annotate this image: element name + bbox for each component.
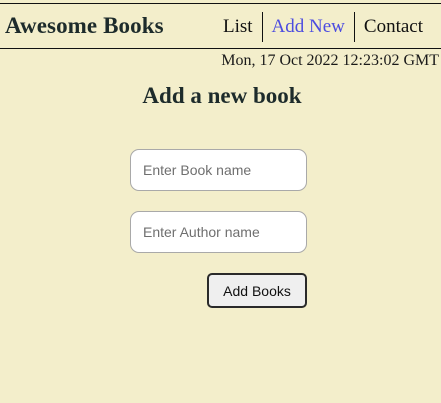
nav-link-list[interactable]: List [223,12,262,42]
page-title: Add a new book [142,83,302,108]
current-datetime: Mon, 17 Oct 2022 12:23:02 GMT [221,52,439,69]
add-books-button[interactable]: Add Books [207,273,307,308]
main-nav: List Add New Contact [223,12,423,42]
nav-link-contact[interactable]: Contact [355,12,423,42]
book-name-input[interactable] [130,149,307,191]
top-navbar: Awesome Books List Add New Contact [0,3,441,49]
brand-logo-text[interactable]: Awesome Books [5,13,164,39]
author-name-input[interactable] [130,211,307,253]
nav-link-add-new[interactable]: Add New [263,12,354,42]
